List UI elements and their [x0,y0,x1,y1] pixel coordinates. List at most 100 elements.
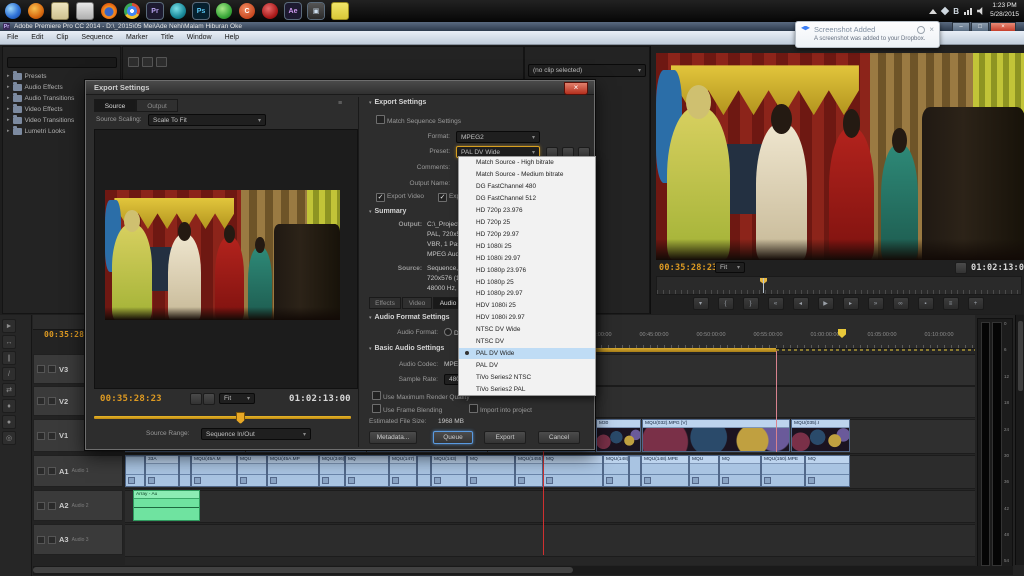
panel-icon[interactable] [142,57,153,67]
program-monitor-video[interactable] [656,53,1024,260]
menu-marker[interactable]: Marker [126,34,148,41]
audio-clip[interactable]: MQU(45A.M [191,455,237,487]
preset-option[interactable]: HD 1080p 25 [459,276,595,288]
preset-option[interactable]: HD 720p 23.976 [459,205,595,217]
audio-clip[interactable]: MQU(148) [603,455,629,487]
track-solo-icon[interactable] [48,502,56,510]
dialog-title-bar[interactable]: Export Settings [86,81,594,95]
track-solo-icon[interactable] [48,536,56,544]
network-icon[interactable] [964,8,972,15]
go-to-out-icon[interactable]: » [868,297,884,310]
audio-clip[interactable]: MQU(1455) [515,455,543,487]
audio-clip[interactable] [417,455,431,487]
menu-title[interactable]: Title [161,34,174,41]
track-lock-icon[interactable] [48,365,56,373]
import-into-project-checkbox[interactable]: Import into project [469,404,532,414]
preset-option[interactable]: HD 1080p 23.976 [459,264,595,276]
audio-clip[interactable] [179,455,191,487]
track-lane-a3[interactable] [125,524,975,557]
export-button[interactable]: Export [484,431,526,444]
audio-clip[interactable]: MQU(150).MPE [761,455,805,487]
source-scaling-dropdown[interactable]: Scale To Fit ▾ [148,114,266,126]
audio-clip[interactable] [125,455,145,487]
slip-tool-icon[interactable]: ⇄ [2,383,16,397]
track-toggle-icon[interactable] [37,365,45,373]
audio-clip[interactable]: MQU(147) [389,455,417,487]
audio-format-settings-header[interactable]: ▾Audio Format Settings [369,314,450,321]
queue-button[interactable]: Queue [433,431,473,444]
volume-icon[interactable] [977,7,985,15]
preview-zoom-dropdown[interactable]: Fit ▾ [219,393,255,404]
pm-settings-icon[interactable] [955,262,967,274]
audio-clip[interactable]: MQU [237,455,267,487]
preset-option[interactable]: HD 1080p 29.97 [459,288,595,300]
menu-clip[interactable]: Clip [56,34,68,41]
basic-audio-settings-header[interactable]: ▾Basic Audio Settings [369,345,444,352]
audio-clip[interactable]: MQ [719,455,761,487]
audio-clip[interactable]: MQU(346) [319,455,345,487]
track-header-a1[interactable]: A1Audio 1 [33,455,123,487]
notes-app-icon[interactable] [51,2,69,20]
go-to-in-icon[interactable]: « [768,297,784,310]
tab-video[interactable]: Video [402,297,432,309]
preset-option[interactable]: NTSC DV [459,336,595,348]
pm-current-timecode[interactable]: 00:35:28:23 [659,263,718,273]
step-forward-icon[interactable]: ▸ [843,297,859,310]
preset-option[interactable]: NTSC DV Wide [459,324,595,336]
export-in-timecode[interactable]: 00:35:28:23 [100,394,162,404]
export-range-scrubber[interactable] [94,416,351,419]
zoom-tool-icon[interactable]: ◎ [2,431,16,445]
after-effects-icon[interactable]: Ae [285,3,301,19]
effects-folder-video-effects[interactable]: ▸Video Effects [7,104,63,114]
notification-close-icon[interactable]: × [929,27,934,33]
razor-tool-icon[interactable]: / [2,367,16,381]
effects-folder-lumetri-looks[interactable]: ▸Lumetri Looks [7,126,65,136]
summary-header[interactable]: ▾Summary [369,208,406,215]
track-lane-a2[interactable] [125,490,975,523]
audio-clip[interactable]: MQU(45A.MP [267,455,319,487]
in-point-icon[interactable] [190,393,202,405]
photoshop-icon[interactable]: Ps [193,3,209,19]
menu-window[interactable]: Window [187,34,212,41]
pm-menu-icon[interactable]: ≡ [943,297,959,310]
windows-start-icon[interactable] [5,3,21,19]
metadata-button[interactable]: Metadata... [369,431,417,444]
menu-help[interactable]: Help [225,34,239,41]
preset-option[interactable]: TiVo Series2 PAL [459,383,595,395]
panel-icon[interactable] [156,57,167,67]
audio-clip[interactable]: MQ [345,455,389,487]
menu-file[interactable]: File [7,34,18,41]
mark-in-icon[interactable]: { [718,297,734,310]
firefox-icon[interactable] [101,3,117,19]
horizontal-scrollbar[interactable] [33,566,1013,575]
preset-option[interactable]: PAL DV [459,359,595,371]
track-lock-icon[interactable] [48,432,56,440]
scrubber-handle-icon[interactable] [236,412,245,424]
video-clip[interactable]: M30 [596,419,641,452]
preset-option[interactable]: HD 1080i 25 [459,240,595,252]
tab-source[interactable]: Source [94,99,136,112]
track-toggle-icon[interactable] [37,432,45,440]
play-icon[interactable]: ▶ [818,297,834,310]
track-mute-icon[interactable] [37,467,45,475]
tray-expand-icon[interactable] [929,9,937,14]
teal-app-icon[interactable] [170,3,186,19]
effects-folder-audio-transitions[interactable]: ▸Audio Transitions [7,93,74,103]
audio-clip[interactable]: MQU(143) [431,455,467,487]
audio-clip[interactable]: 33A [145,455,179,487]
preset-option[interactable]: HD 720p 29.97 [459,228,595,240]
red-media-app-icon[interactable] [262,3,278,19]
ripple-edit-tool-icon[interactable]: ∥ [2,351,16,365]
taskbar-clock[interactable]: 1:23 PM 5/28/2015 [990,2,1022,20]
chrome-icon[interactable] [124,3,140,19]
audio-clip[interactable]: MQ [805,455,850,487]
track-select-tool-icon[interactable]: ↔ [2,335,16,349]
track-toggle-icon[interactable] [37,397,45,405]
add-marker-icon[interactable]: ▾ [693,297,709,310]
source-range-dropdown[interactable]: Sequence In/Out ▾ [201,428,311,440]
dialog-close-button[interactable]: × [564,82,588,95]
track-solo-icon[interactable] [48,467,56,475]
preset-option[interactable]: HD 1080i 29.97 [459,252,595,264]
preset-option[interactable]: DG FastChannel 480 [459,181,595,193]
premiere-pro-icon[interactable]: Pr [147,3,163,19]
